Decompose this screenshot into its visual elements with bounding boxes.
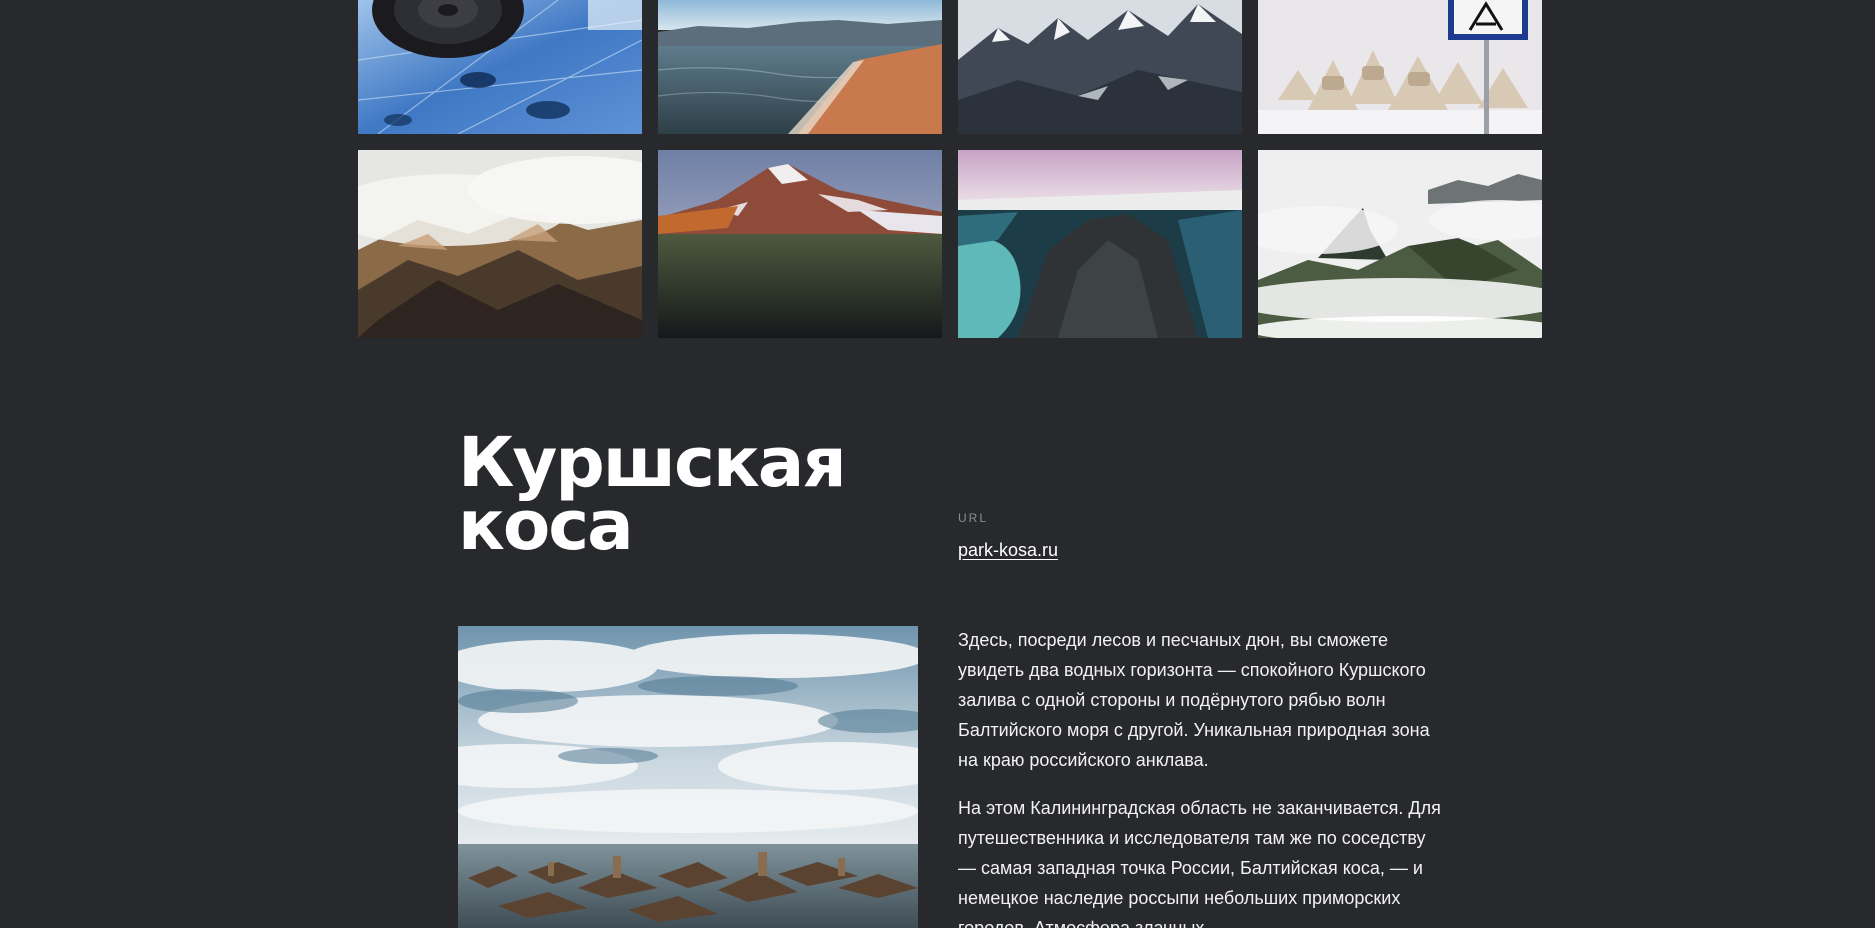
section-description: Здесь, посреди лесов и песчаных дюн, вы …	[958, 625, 1448, 928]
park-url-link[interactable]: park-kosa.ru	[958, 540, 1058, 561]
section-title-line2: коса	[458, 486, 634, 566]
gallery-photo-breakwater[interactable]	[1258, 0, 1542, 134]
description-paragraph-1: Здесь, посреди лесов и песчаных дюн, вы …	[958, 630, 1430, 770]
gallery-photo-volcano[interactable]	[658, 150, 942, 338]
gallery-photo-foggy-hills[interactable]	[358, 150, 642, 338]
gallery-photo-snowy-peaks[interactable]	[958, 0, 1242, 134]
description-paragraph-2: На этом Калининградская область не закан…	[958, 798, 1441, 928]
gallery-photo-lake-shore[interactable]	[658, 0, 942, 134]
hero-photo-curonian-spit[interactable]	[458, 626, 918, 928]
url-label: URL	[958, 511, 989, 525]
photo-gallery	[358, 0, 1543, 338]
gallery-photo-misty-peaks[interactable]	[1258, 150, 1542, 338]
gallery-photo-ice-tire[interactable]	[358, 0, 642, 134]
section-title: Куршская коса	[458, 429, 918, 561]
page: Куршская коса URL park-kosa.ru Здесь, по…	[0, 0, 1875, 928]
gallery-photo-canyon-river[interactable]	[958, 150, 1242, 338]
